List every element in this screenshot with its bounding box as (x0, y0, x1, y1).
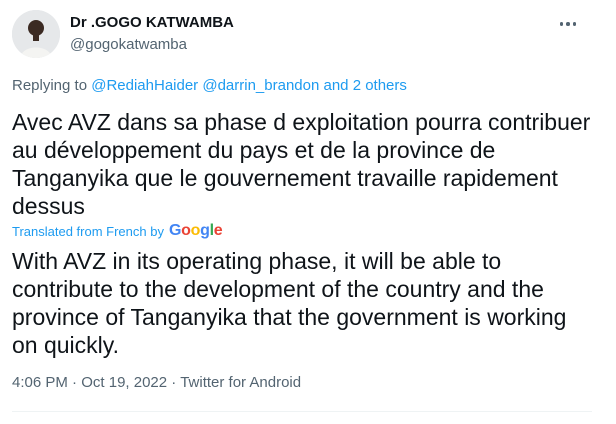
mention-others-link[interactable]: 2 others (353, 77, 407, 94)
translated-from-text: Translated from French by (12, 223, 164, 239)
replying-to: Replying to @RediahHaider @darrin_brando… (12, 77, 407, 94)
tweet-translation-text: With AVZ in its operating phase, it will… (12, 248, 567, 358)
dot (559, 22, 564, 26)
tweet-time[interactable]: 4:06 PM (12, 374, 68, 391)
meta-separator: · (72, 374, 78, 391)
tweet-meta: 4:06 PM · Oct 19, 2022 · Twitter for And… (12, 374, 301, 391)
tweet-source[interactable]: Twitter for Android (180, 374, 301, 391)
author-handle[interactable]: @gogokatwamba (70, 36, 187, 53)
author-name[interactable]: Dr .GOGO KATWAMBA (70, 14, 234, 31)
mention-link-1[interactable]: @RediahHaider (91, 77, 198, 94)
author-avatar[interactable] (12, 10, 60, 58)
dot (572, 22, 577, 26)
translation-label[interactable]: Translated from French by Google (12, 222, 223, 240)
mention-joiner[interactable]: and (323, 77, 348, 94)
dot (566, 22, 570, 26)
google-logo: Google (168, 222, 223, 239)
divider (12, 411, 592, 412)
meta-separator: · (171, 374, 177, 391)
tweet-original-text: Avec AVZ dans sa phase d exploitation po… (12, 109, 591, 219)
avatar-photo-icon (12, 10, 60, 58)
mention-link-2[interactable]: @darrin_brandon (202, 77, 319, 94)
more-options-icon[interactable] (556, 14, 580, 34)
tweet-date[interactable]: Oct 19, 2022 (81, 374, 167, 391)
replying-prefix: Replying to (12, 77, 88, 94)
